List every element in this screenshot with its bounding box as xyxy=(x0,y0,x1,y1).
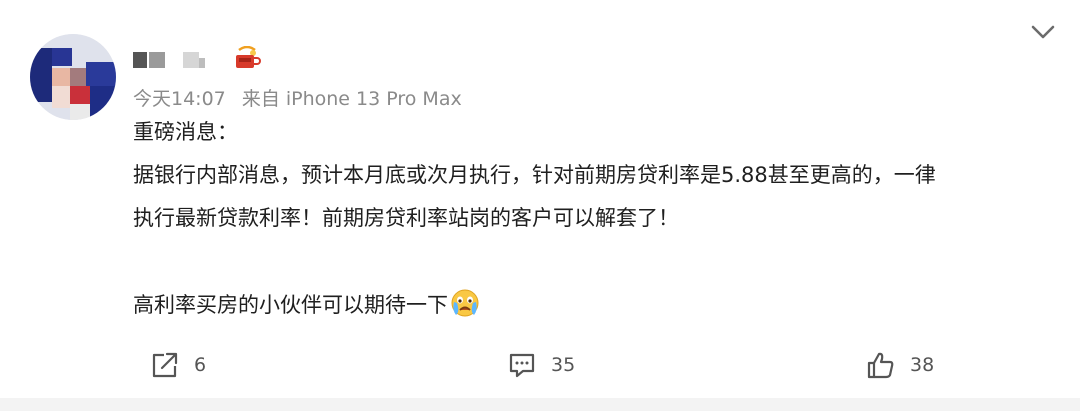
post-title-line: 重磅消息： xyxy=(133,120,238,144)
post-text-line: 高利率买房的小伙伴可以期待一下 xyxy=(133,293,448,317)
username-block xyxy=(199,58,205,68)
username-obscured[interactable] xyxy=(133,50,243,68)
comment-icon xyxy=(509,353,535,378)
avatar-pixel xyxy=(70,104,90,120)
share-icon xyxy=(152,352,178,378)
avatar[interactable] xyxy=(30,34,116,120)
avatar-pixel xyxy=(30,48,52,102)
like-count: 38 xyxy=(910,354,935,376)
card-separator xyxy=(0,398,1080,411)
post-meta: 今天14:07 来自 iPhone 13 Pro Max xyxy=(133,84,472,111)
tearful-face-icon xyxy=(451,289,479,317)
avatar-pixel xyxy=(86,62,116,86)
thumbs-up-icon xyxy=(867,352,894,379)
like-action[interactable]: 38 xyxy=(866,348,934,382)
avatar-pixel xyxy=(70,86,90,104)
avatar-pixel xyxy=(52,86,70,108)
vip-badge-icon[interactable] xyxy=(233,46,261,72)
avatar-pixel xyxy=(52,48,72,66)
comment-action[interactable]: 35 xyxy=(507,348,575,382)
avatar-pixel xyxy=(70,68,86,86)
avatar-pixel xyxy=(90,86,116,120)
post-source: 来自 iPhone 13 Pro Max xyxy=(241,88,462,110)
comment-count: 35 xyxy=(551,354,576,376)
share-count: 6 xyxy=(194,354,207,376)
username-block xyxy=(149,52,165,68)
weibo-post-card: 今天14:07 来自 iPhone 13 Pro Max 重磅消息： 据银行内部… xyxy=(0,0,1080,398)
post-text-line-with-emoji: 高利率买房的小伙伴可以期待一下 xyxy=(133,288,480,320)
username-block xyxy=(183,52,199,68)
share-action[interactable]: 6 xyxy=(150,348,206,382)
chevron-down-icon[interactable] xyxy=(1030,22,1056,42)
post-time: 今天14:07 xyxy=(133,88,226,110)
post-text-line: 执行最新贷款利率！前期房贷利率站岗的客户可以解套了！ xyxy=(133,206,679,230)
avatar-pixel xyxy=(52,68,70,86)
username-block xyxy=(133,52,147,68)
post-text-line: 据银行内部消息，预计本月底或次月执行，针对前期房贷利率是5.88甚至更高的，一律 xyxy=(133,163,936,187)
